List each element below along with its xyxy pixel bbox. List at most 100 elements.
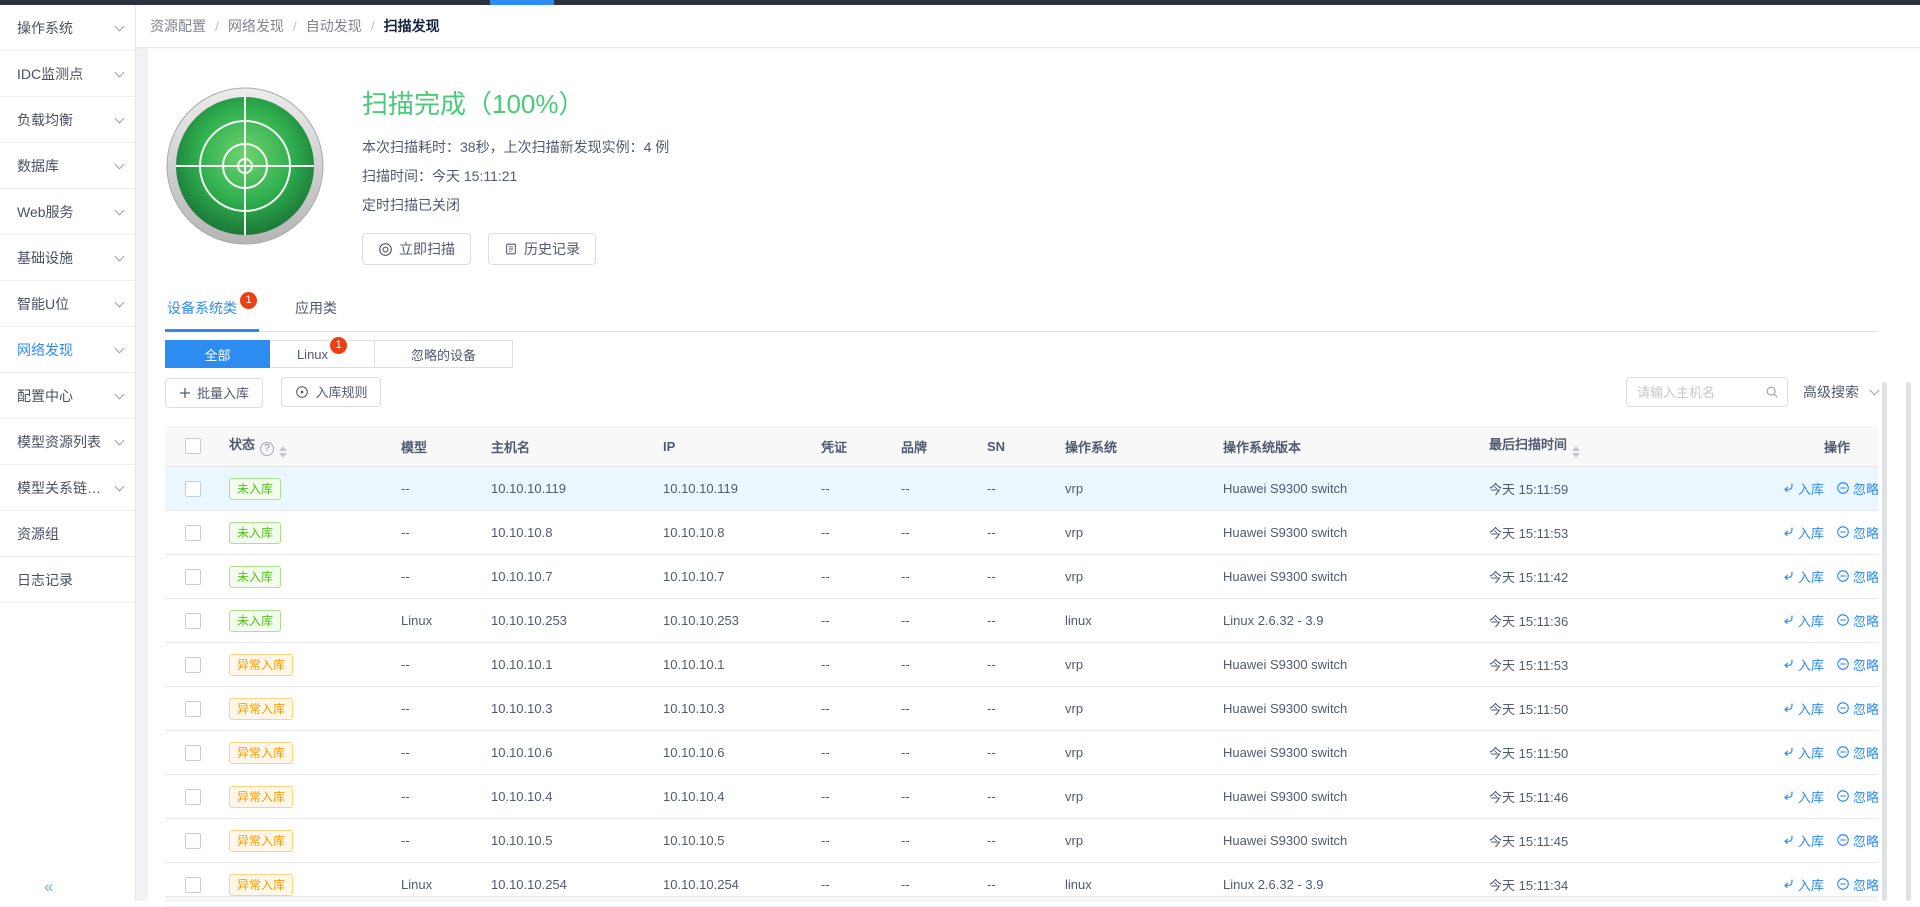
ignore-action[interactable]: 忽略 [1836,787,1878,806]
col-header-label: 模型 [401,439,428,455]
ignore-action[interactable]: 忽略 [1836,611,1878,630]
cell-sn: -- [979,510,1057,555]
ignore-action[interactable]: 忽略 [1836,743,1878,762]
store-action[interactable]: 入库 [1781,611,1824,630]
store-action[interactable]: 入库 [1781,699,1824,718]
advanced-search-toggle[interactable]: 高级搜索 [1803,382,1880,402]
sidebar-item-7[interactable]: 网络发现 [0,327,135,373]
breadcrumb-item-1[interactable]: 网络发现 [228,16,284,36]
store-action[interactable]: 入库 [1781,831,1824,850]
table-row-2: 未入库 -- 10.10.10.7 10.10.10.7 -- -- -- vrp Huawei… [165,554,1878,599]
col-header-status[interactable]: 状态? [221,426,393,467]
device-table-wrap: 状态? 模型 主机名 IP 凭证 品牌 SN 操作系统 操作系统版本 最后扫描时间 操作 未入库 --… [165,426,1878,907]
store-action[interactable]: 入库 [1781,787,1824,806]
store-action[interactable]: 入库 [1781,523,1824,542]
row-checkbox[interactable] [185,480,201,497]
tab-1[interactable]: 应用类 [293,298,339,331]
ignore-action-label: 忽略 [1853,481,1878,497]
select-all-checkbox[interactable] [185,438,201,455]
status-badge: 未入库 [229,609,282,632]
ignore-action[interactable]: 忽略 [1836,831,1878,850]
cell-os: vrp [1057,466,1215,511]
cell-model: -- [393,466,483,511]
top-strip-accent [490,0,554,5]
sidebar-item-label: 智能U位 [17,295,70,312]
row-checkbox[interactable] [185,524,201,541]
store-action[interactable]: 入库 [1781,743,1824,762]
cell-sn: -- [979,598,1057,643]
subtab-label: 忽略的设备 [410,347,476,363]
sidebar-item-label: Web服务 [17,203,74,220]
subtab-1[interactable]: Linux 1 [270,336,375,368]
breadcrumb-item-0[interactable]: 资源配置 [150,16,206,36]
minus-circle-icon [1836,745,1850,759]
row-checkbox[interactable] [185,788,201,805]
col-header-last_scan[interactable]: 最后扫描时间 [1481,426,1761,467]
cell-checkbox [165,730,221,775]
ignore-action[interactable]: 忽略 [1836,875,1878,894]
store-action[interactable]: 入库 [1781,875,1824,894]
row-checkbox[interactable] [185,832,201,849]
row-checkbox[interactable] [185,656,201,673]
ignore-action[interactable]: 忽略 [1836,523,1878,542]
sort-carets-icon[interactable] [279,446,288,458]
cell-status: 未入库 [221,554,393,599]
store-rules-button[interactable]: 入库规则 [281,376,382,407]
row-checkbox[interactable] [185,568,201,585]
batch-store-button[interactable]: 批量入库 [165,377,264,408]
store-action[interactable]: 入库 [1781,655,1824,674]
sidebar-item-2[interactable]: 负载均衡 [0,97,135,143]
content-gutter [136,48,148,901]
ignore-action-label: 忽略 [1853,657,1878,673]
ignore-action[interactable]: 忽略 [1836,655,1878,674]
inner-scrollbar-thumb[interactable] [1882,382,1887,901]
page-scrollbar-thumb[interactable] [1906,382,1911,901]
sidebar-item-3[interactable]: 数据库 [0,143,135,189]
tab-label: 应用类 [295,300,337,316]
cell-checkbox [165,686,221,731]
subtab-2[interactable]: 忽略的设备 [375,340,513,368]
store-arrow-icon [1781,613,1795,627]
ignore-action[interactable]: 忽略 [1836,567,1878,586]
sidebar-item-10[interactable]: 模型关系链列... [0,465,135,511]
subtab-0[interactable]: 全部 [165,340,270,368]
store-action[interactable]: 入库 [1781,567,1824,586]
col-header-label: 最后扫描时间 [1489,437,1568,452]
store-action-label: 入库 [1798,569,1825,585]
search-icon[interactable] [1765,385,1779,399]
ignore-action[interactable]: 忽略 [1836,479,1878,498]
sidebar-item-8[interactable]: 配置中心 [0,373,135,419]
sidebar-item-6[interactable]: 智能U位 [0,281,135,327]
row-checkbox[interactable] [185,744,201,761]
ignore-action-label: 忽略 [1853,525,1878,541]
scan-now-button[interactable]: 立即扫描 [362,233,471,265]
ignore-action-label: 忽略 [1853,701,1878,717]
col-header-label: 状态 [229,437,256,452]
row-checkbox[interactable] [185,876,201,893]
sidebar-item-0[interactable]: 操作系统 [0,5,135,51]
help-icon[interactable]: ? [260,441,275,456]
sidebar-item-11[interactable]: 资源组 [0,511,135,557]
sidebar-item-12[interactable]: 日志记录 [0,557,135,603]
chevron-down-icon [114,297,125,307]
store-arrow-icon [1781,833,1795,847]
sort-carets-icon[interactable] [1572,446,1581,458]
sidebar-item-4[interactable]: Web服务 [0,189,135,235]
cell-os: vrp [1057,642,1215,687]
history-button[interactable]: 历史记录 [488,233,596,265]
sidebar-item-9[interactable]: 模型资源列表 [0,419,135,465]
minus-circle-icon [1836,789,1850,803]
sidebar-collapse-icon[interactable]: « [44,877,54,897]
cell-credential: -- [813,554,893,599]
sidebar-item-5[interactable]: 基础设施 [0,235,135,281]
breadcrumb-item-2[interactable]: 自动发现 [306,16,362,36]
breadcrumb-separator: / [292,18,297,34]
ignore-action[interactable]: 忽略 [1836,699,1878,718]
tab-0[interactable]: 设备系统类 1 [165,291,259,332]
store-action[interactable]: 入库 [1781,479,1824,498]
sidebar-item-1[interactable]: IDC监测点 [0,51,135,97]
row-checkbox[interactable] [185,700,201,717]
row-checkbox[interactable] [185,612,201,629]
search-input[interactable] [1635,383,1765,401]
col-header-label: SN [987,438,1006,454]
